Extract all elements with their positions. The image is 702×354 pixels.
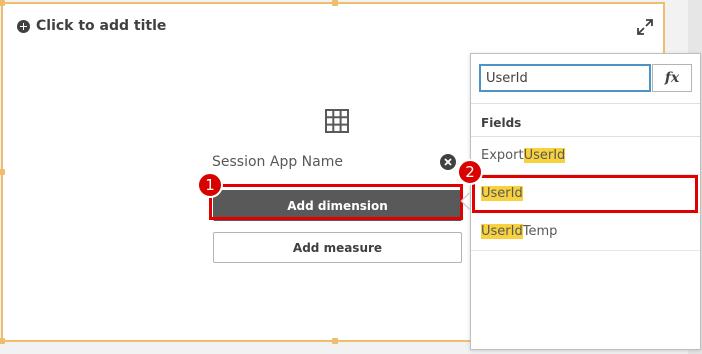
annotation-badge-1: 1 bbox=[197, 172, 223, 198]
field-item-match: UserId bbox=[481, 186, 523, 201]
field-item-useridtemp[interactable]: UserId Temp bbox=[471, 213, 700, 251]
table-chart-icon bbox=[325, 109, 349, 133]
resize-handle-bottom-mid[interactable] bbox=[332, 338, 338, 344]
fields-section-header: Fields bbox=[481, 116, 522, 130]
field-item-suffix: Temp bbox=[522, 224, 558, 239]
expression-editor-button[interactable]: fx bbox=[652, 64, 692, 92]
resize-handle-top-mid[interactable] bbox=[332, 0, 338, 6]
field-search-input[interactable] bbox=[479, 64, 651, 92]
popover-divider bbox=[471, 103, 700, 104]
resize-handle-bottom-left[interactable] bbox=[0, 338, 5, 344]
dimension-field-name: Session App Name bbox=[212, 154, 343, 170]
plus-circle-icon bbox=[17, 19, 30, 33]
field-item-prefix: Export bbox=[481, 148, 524, 163]
field-item-match: UserId bbox=[481, 224, 523, 239]
title-placeholder: Click to add title bbox=[36, 18, 167, 34]
field-item-match: UserId bbox=[523, 148, 566, 163]
resize-handle-left-mid[interactable] bbox=[0, 169, 5, 175]
add-title-control[interactable]: Click to add title bbox=[17, 18, 166, 34]
annotation-badge-2: 2 bbox=[457, 159, 483, 185]
clear-icon[interactable] bbox=[440, 154, 456, 170]
field-picker-popover: fx Fields Export UserId UserId UserIdTem… bbox=[470, 53, 701, 350]
expand-icon[interactable] bbox=[636, 18, 654, 36]
field-item-userid[interactable]: UserId bbox=[471, 175, 700, 213]
resize-handle-top-left[interactable] bbox=[0, 0, 5, 6]
add-dimension-button[interactable]: Add dimension bbox=[213, 190, 462, 221]
field-item-export-userid[interactable]: Export UserId bbox=[471, 137, 700, 175]
add-measure-button[interactable]: Add measure bbox=[213, 232, 462, 263]
